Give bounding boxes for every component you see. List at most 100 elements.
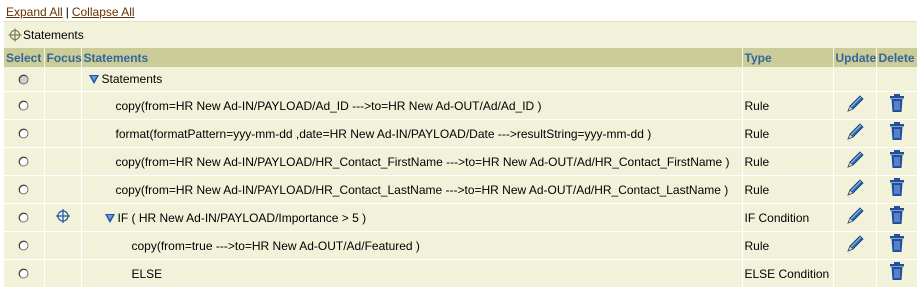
select-radio[interactable] [4, 268, 43, 279]
select-cell [4, 231, 45, 260]
update-cell [833, 231, 877, 260]
statement-type: Rule [744, 238, 770, 253]
select-cell [4, 67, 45, 92]
statement-type: Rule [744, 126, 770, 141]
statement-type: IF Condition [744, 210, 810, 225]
focus-cell [44, 147, 82, 176]
expand-all-link[interactable]: Expand All [6, 5, 63, 19]
select-radio[interactable] [4, 100, 43, 111]
select-radio[interactable] [4, 128, 43, 139]
type-cell [742, 67, 834, 92]
select-cell [4, 203, 45, 232]
type-cell: Rule [742, 175, 834, 204]
update-pencil-icon[interactable] [843, 204, 867, 228]
select-radio[interactable] [4, 74, 43, 85]
delete-trash-icon[interactable] [885, 260, 909, 284]
update-cell [833, 147, 877, 176]
statement-text: copy(from=true --->to=HR New Ad-OUT/Ad/F… [131, 238, 420, 253]
breadcrumb-statements[interactable]: Statements [8, 27, 84, 43]
focus-cell [44, 175, 82, 204]
table-row: copy(from=HR New Ad-IN/PAYLOAD/HR_Contac… [4, 147, 917, 176]
update-pencil-icon[interactable] [843, 92, 867, 116]
focus-cell [44, 231, 82, 260]
select-cell [4, 91, 45, 120]
delete-cell [876, 119, 917, 148]
statement-cell: copy(from=true --->to=HR New Ad-OUT/Ad/F… [81, 231, 743, 260]
focus-cell [44, 119, 82, 148]
collapse-toggle-icon[interactable] [104, 212, 116, 224]
table-header-row: Select Focus Statements Type Update Dele… [4, 48, 917, 67]
statement-text: ELSE [131, 266, 163, 281]
type-cell: Rule [742, 147, 834, 176]
delete-trash-icon[interactable] [885, 120, 909, 144]
statement-text: format(formatPattern=yyy-mm-dd ,date=HR … [115, 126, 652, 141]
delete-cell [876, 91, 917, 120]
update-cell [833, 259, 877, 288]
col-header-delete: Delete [876, 48, 917, 67]
link-separator: | [65, 5, 69, 19]
delete-cell [876, 203, 917, 232]
update-cell [833, 203, 877, 232]
table-row: format(formatPattern=yyy-mm-dd ,date=HR … [4, 119, 917, 148]
delete-cell [876, 67, 917, 92]
type-cell: Rule [742, 231, 834, 260]
statement-text: copy(from=HR New Ad-IN/PAYLOAD/Ad_ID ---… [115, 98, 542, 113]
select-cell [4, 259, 45, 288]
statement-type: ELSE Condition [744, 266, 830, 281]
statement-cell: IF ( HR New Ad-IN/PAYLOAD/Importance > 5… [81, 203, 743, 232]
statement-type: Rule [744, 154, 770, 169]
statement-text: IF ( HR New Ad-IN/PAYLOAD/Importance > 5… [117, 210, 367, 225]
update-cell [833, 91, 877, 120]
select-radio[interactable] [4, 184, 43, 195]
table-row: IF ( HR New Ad-IN/PAYLOAD/Importance > 5… [4, 203, 917, 232]
statement-type: Rule [744, 98, 770, 113]
table-row: copy(from=HR New Ad-IN/PAYLOAD/Ad_ID ---… [4, 91, 917, 120]
type-cell: Rule [742, 91, 834, 120]
col-header-statements: Statements [81, 48, 743, 67]
collapse-all-link[interactable]: Collapse All [72, 5, 135, 19]
focus-cell [44, 203, 82, 232]
update-pencil-icon[interactable] [843, 232, 867, 256]
col-header-update: Update [833, 48, 877, 67]
delete-cell [876, 147, 917, 176]
select-cell [4, 119, 45, 148]
select-radio[interactable] [4, 212, 43, 223]
statement-text: Statements [101, 72, 163, 86]
delete-cell [876, 259, 917, 288]
focus-cell [44, 259, 82, 288]
statement-cell: copy(from=HR New Ad-IN/PAYLOAD/HR_Contac… [81, 175, 743, 204]
col-header-select: Select [4, 48, 45, 67]
type-cell: ELSE Condition [742, 259, 834, 288]
update-cell [833, 119, 877, 148]
statement-cell: Statements [81, 67, 743, 92]
select-radio[interactable] [4, 240, 43, 251]
statement-type: Rule [744, 182, 770, 197]
select-cell [4, 175, 45, 204]
update-pencil-icon[interactable] [843, 148, 867, 172]
update-cell [833, 175, 877, 204]
statement-cell: ELSE [81, 259, 743, 288]
focus-cell [44, 67, 82, 92]
type-cell: IF Condition [742, 203, 834, 232]
col-header-focus: Focus [44, 48, 82, 67]
delete-trash-icon[interactable] [885, 204, 909, 228]
select-cell [4, 147, 45, 176]
delete-trash-icon[interactable] [885, 232, 909, 256]
type-cell: Rule [742, 119, 834, 148]
update-pencil-icon[interactable] [843, 120, 867, 144]
focus-icon[interactable] [55, 208, 71, 224]
table-row: copy(from=true --->to=HR New Ad-OUT/Ad/F… [4, 231, 917, 260]
delete-trash-icon[interactable] [885, 92, 909, 116]
select-radio[interactable] [4, 156, 43, 167]
table-row: ELSE ELSE Condition [4, 259, 917, 288]
delete-cell [876, 175, 917, 204]
crosshair-icon [8, 28, 22, 42]
delete-trash-icon[interactable] [885, 176, 909, 200]
update-pencil-icon[interactable] [843, 176, 867, 200]
statement-cell: copy(from=HR New Ad-IN/PAYLOAD/HR_Contac… [81, 147, 743, 176]
delete-trash-icon[interactable] [885, 148, 909, 172]
statement-text: copy(from=HR New Ad-IN/PAYLOAD/HR_Contac… [115, 154, 730, 169]
table-row: Statements [4, 67, 917, 92]
collapse-toggle-icon[interactable] [88, 73, 100, 85]
top-links: Expand All | Collapse All [6, 4, 135, 20]
